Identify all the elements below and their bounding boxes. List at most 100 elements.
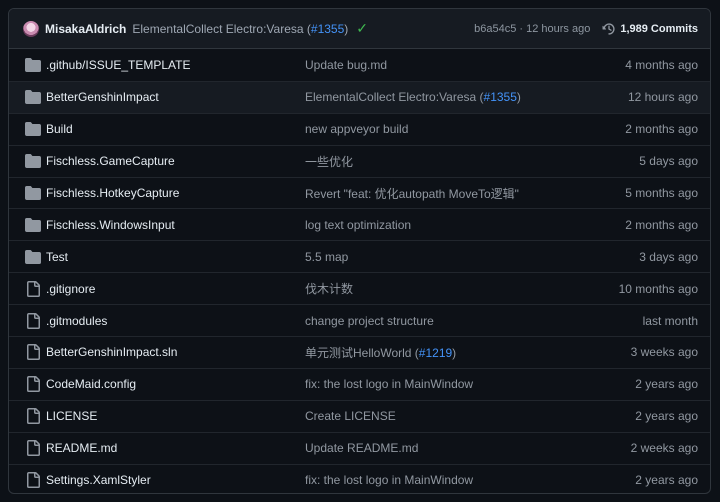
commit-time[interactable]: 5 months ago (625, 186, 698, 200)
commit-message-text[interactable]: 5.5 map (305, 250, 348, 264)
file-icon (25, 344, 41, 361)
file-row[interactable]: BetterGenshinImpact.sln 单元测试HelloWorld (#… (9, 336, 710, 368)
commit-time[interactable]: 3 weeks ago (631, 345, 698, 359)
file-row[interactable]: README.md Update README.md 2 weeks ago (9, 431, 710, 464)
commit-message-link[interactable]: ElementalCollect Electro:Varesa (#1355) (305, 90, 521, 104)
commit-message-text[interactable]: Update README.md (305, 441, 418, 455)
file-name-link[interactable]: CodeMaid.config (46, 377, 136, 391)
commit-message-text[interactable]: new appveyor build (305, 122, 408, 136)
file-row[interactable]: Settings.XamlStyler fix: the lost logo in… (9, 463, 710, 493)
file-row[interactable]: Fischless.GameCapture 一些优化 5 days ago (9, 144, 710, 177)
file-row[interactable]: Test 5.5 map 3 days ago (9, 240, 710, 272)
folder-icon (25, 121, 41, 137)
commits-link[interactable]: 1,989 Commits (602, 22, 698, 36)
history-icon (602, 22, 615, 35)
commit-time[interactable]: 2 months ago (625, 218, 698, 232)
commit-message-text[interactable]: change project structure (305, 314, 434, 328)
commit-message-link[interactable]: Create LICENSE (305, 409, 396, 423)
file-name-link[interactable]: Test (46, 250, 68, 264)
file-name-link[interactable]: .github/ISSUE_TEMPLATE (46, 58, 191, 72)
commit-message-link[interactable]: 一些优化 (305, 153, 353, 170)
file-row[interactable]: Fischless.HotkeyCapture Revert "feat: 优化a… (9, 176, 710, 209)
commit-time[interactable]: 2 weeks ago (631, 441, 698, 455)
commit-author[interactable]: MisakaAldrich (45, 22, 126, 36)
commit-message[interactable]: ElementalCollect Electro:Varesa (#1355) (132, 22, 348, 36)
commit-time[interactable]: 10 months ago (619, 282, 698, 296)
commit-message-text[interactable]: Revert "feat: 优化autopath MoveTo逻辑" (305, 187, 519, 201)
commit-pr-link[interactable]: #1355 (311, 22, 344, 36)
file-row[interactable]: LICENSE Create LICENSE 2 years ago (9, 399, 710, 432)
file-name-link[interactable]: .gitmodules (46, 314, 107, 328)
file-name-link[interactable]: README.md (46, 441, 117, 455)
commit-message-link[interactable]: 伐木计数 (305, 280, 353, 297)
file-list: .github/ISSUE_TEMPLATE Update bug.md 4 mon… (9, 49, 710, 493)
commit-message-link[interactable]: Revert "feat: 优化autopath MoveTo逻辑" (305, 185, 519, 202)
commit-message-text[interactable]: ElementalCollect Electro:Varesa ( (132, 22, 311, 36)
file-name-link[interactable]: LICENSE (46, 409, 97, 423)
file-name-link[interactable]: Settings.XamlStyler (46, 473, 151, 487)
file-icon (25, 408, 41, 425)
commit-message-text[interactable]: 一些优化 (305, 155, 353, 169)
commit-message-text[interactable]: 单元测试HelloWorld ( (305, 346, 419, 360)
file-name-link[interactable]: Fischless.GameCapture (46, 154, 175, 168)
file-icon (25, 472, 41, 489)
pr-link[interactable]: #1219 (419, 346, 452, 360)
file-row[interactable]: Build new appveyor build 2 months ago (9, 112, 710, 145)
commits-count[interactable]: 1,989 Commits (620, 23, 698, 35)
file-icon (25, 280, 41, 297)
commit-time[interactable]: 3 days ago (639, 250, 698, 264)
folder-icon (25, 57, 41, 73)
latest-commit-bar: MisakaAldrich ElementalCollect Electro:V… (9, 9, 710, 49)
file-name-link[interactable]: .gitignore (46, 282, 95, 296)
file-row[interactable]: Fischless.WindowsInput log text optimizat… (9, 208, 710, 240)
commit-message-text[interactable]: Create LICENSE (305, 409, 396, 423)
commit-message-link[interactable]: Update bug.md (305, 58, 387, 72)
commit-message-link[interactable]: 单元测试HelloWorld (#1219) (305, 344, 456, 361)
commit-message-text[interactable]: Update bug.md (305, 58, 387, 72)
folder-icon (25, 249, 41, 265)
avatar[interactable] (23, 20, 39, 37)
folder-icon (25, 89, 41, 105)
pr-link[interactable]: #1355 (484, 90, 517, 104)
folder-icon (25, 217, 41, 233)
commit-message-link[interactable]: fix: the lost logo in MainWindow (305, 377, 473, 391)
file-browser: MisakaAldrich ElementalCollect Electro:V… (8, 8, 711, 494)
commit-time[interactable]: last month (643, 314, 698, 328)
commit-time[interactable]: 12 hours ago (628, 90, 698, 104)
commit-message-link[interactable]: Update README.md (305, 441, 418, 455)
commit-time[interactable]: 4 months ago (625, 58, 698, 72)
commit-time[interactable]: 5 days ago (639, 154, 698, 168)
commit-message-text[interactable]: fix: the lost logo in MainWindow (305, 473, 473, 487)
file-row[interactable]: .github/ISSUE_TEMPLATE Update bug.md 4 mon… (9, 49, 710, 81)
commit-time[interactable]: 2 years ago (635, 409, 698, 423)
file-row[interactable]: .gitmodules change project structure last … (9, 304, 710, 336)
check-icon[interactable]: ✓ (356, 20, 368, 37)
file-icon (25, 440, 41, 457)
file-row[interactable]: BetterGenshinImpact ElementalCollect Elec… (9, 80, 710, 113)
commit-message-link[interactable]: new appveyor build (305, 122, 408, 136)
commit-message-text[interactable]: log text optimization (305, 218, 411, 232)
commit-message-link[interactable]: log text optimization (305, 218, 411, 232)
file-name-link[interactable]: BetterGenshinImpact.sln (46, 345, 177, 359)
file-name-link[interactable]: Fischless.HotkeyCapture (46, 186, 179, 200)
commit-hash-time[interactable]: b6a54c5 · 12 hours ago (474, 23, 590, 35)
file-icon (25, 312, 41, 329)
commit-message-link[interactable]: fix: the lost logo in MainWindow (305, 473, 473, 487)
commit-message-end: ) (516, 90, 521, 105)
file-icon (25, 376, 41, 393)
commit-message-end: ) (452, 345, 457, 360)
commit-time[interactable]: 2 years ago (635, 473, 698, 487)
commit-message-text[interactable]: ElementalCollect Electro:Varesa ( (305, 90, 484, 104)
file-name-link[interactable]: BetterGenshinImpact (46, 90, 159, 104)
file-name-link[interactable]: Fischless.WindowsInput (46, 218, 175, 232)
commit-time[interactable]: 2 years ago (635, 377, 698, 391)
commit-message-link[interactable]: change project structure (305, 314, 434, 328)
file-name-link[interactable]: Build (46, 122, 73, 136)
file-row[interactable]: .gitignore 伐木计数 10 months ago (9, 272, 710, 304)
commit-message-end: ) (344, 21, 349, 36)
commit-message-text[interactable]: 伐木计数 (305, 282, 353, 296)
commit-time[interactable]: 2 months ago (625, 122, 698, 136)
commit-message-text[interactable]: fix: the lost logo in MainWindow (305, 377, 473, 391)
commit-message-link[interactable]: 5.5 map (305, 250, 348, 264)
file-row[interactable]: CodeMaid.config fix: the lost logo in Mai… (9, 367, 710, 400)
